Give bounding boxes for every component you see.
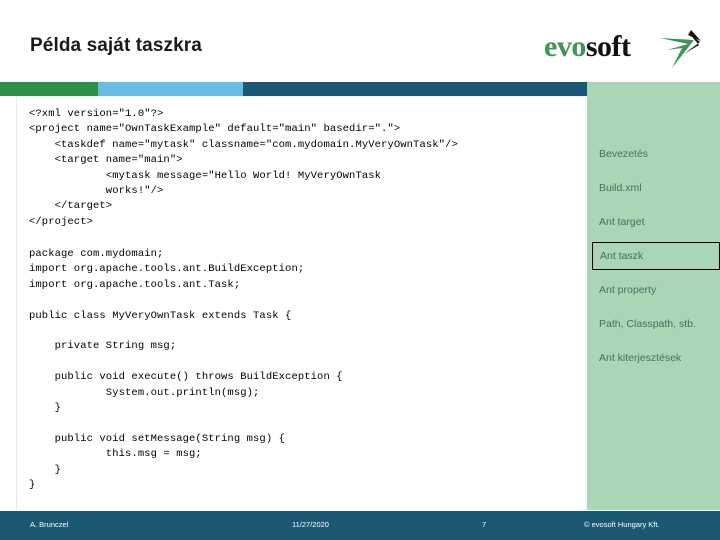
evosoft-arrow-mark-icon [660, 30, 701, 68]
footer-date: 11/27/2020 [292, 520, 329, 529]
sidebar-item-label: Ant target [599, 216, 645, 228]
logo-wordmark: evosoft [544, 30, 631, 64]
band-segment-blue [98, 82, 243, 96]
footer-copyright: © evosoft Hungary Kft. [584, 520, 660, 529]
sidebar-item-ant-kiterjesztesek[interactable]: Ant kiterjesztések [587, 344, 720, 372]
evosoft-logo: evosoft [544, 28, 704, 68]
footer-page-number: 7 [482, 520, 487, 529]
sidebar-item-ant-property[interactable]: Ant property [587, 276, 720, 304]
slide: Példa saját taszkra evosoft <?xml versio… [0, 0, 720, 540]
java-code-block: package com.mydomain; import org.apache.… [29, 248, 343, 492]
page-title: Példa saját taszkra [30, 35, 202, 56]
slide-footer: A. Brunczel 11/27/2020 7 © evosoft Hunga… [0, 511, 720, 540]
xml-code-block: <?xml version="1.0"?> <project name="Own… [29, 108, 458, 228]
sidebar-item-label: Build.xml [599, 182, 642, 194]
band-segment-mint [587, 82, 720, 96]
footer-author: A. Brunczel [30, 520, 69, 529]
agenda-sidebar: Bevezetés Build.xml Ant target Ant taszk… [587, 96, 720, 510]
sidebar-item-label: Ant property [599, 284, 657, 296]
band-segment-teal [243, 82, 587, 96]
sidebar-item-bevezetes[interactable]: Bevezetés [587, 140, 720, 168]
sidebar-item-ant-taszk[interactable]: Ant taszk [592, 242, 720, 270]
logo-soft-text: soft [585, 30, 631, 63]
content-card: <?xml version="1.0"?> <project name="Own… [16, 96, 586, 510]
sidebar-item-label: Ant kiterjesztések [599, 352, 682, 364]
sidebar-item-ant-target[interactable]: Ant target [587, 208, 720, 236]
header-color-band [0, 82, 720, 96]
sidebar-item-label: Bevezetés [599, 148, 649, 160]
sidebar-item-label: Path, Classpath, stb. [599, 318, 696, 330]
sidebar-item-path-classpath[interactable]: Path, Classpath, stb. [587, 310, 720, 338]
band-segment-green [0, 82, 98, 96]
sidebar-item-label: Ant taszk [600, 250, 644, 262]
sidebar-item-build-xml[interactable]: Build.xml [587, 174, 720, 202]
logo-evo-text: evo [544, 30, 586, 63]
